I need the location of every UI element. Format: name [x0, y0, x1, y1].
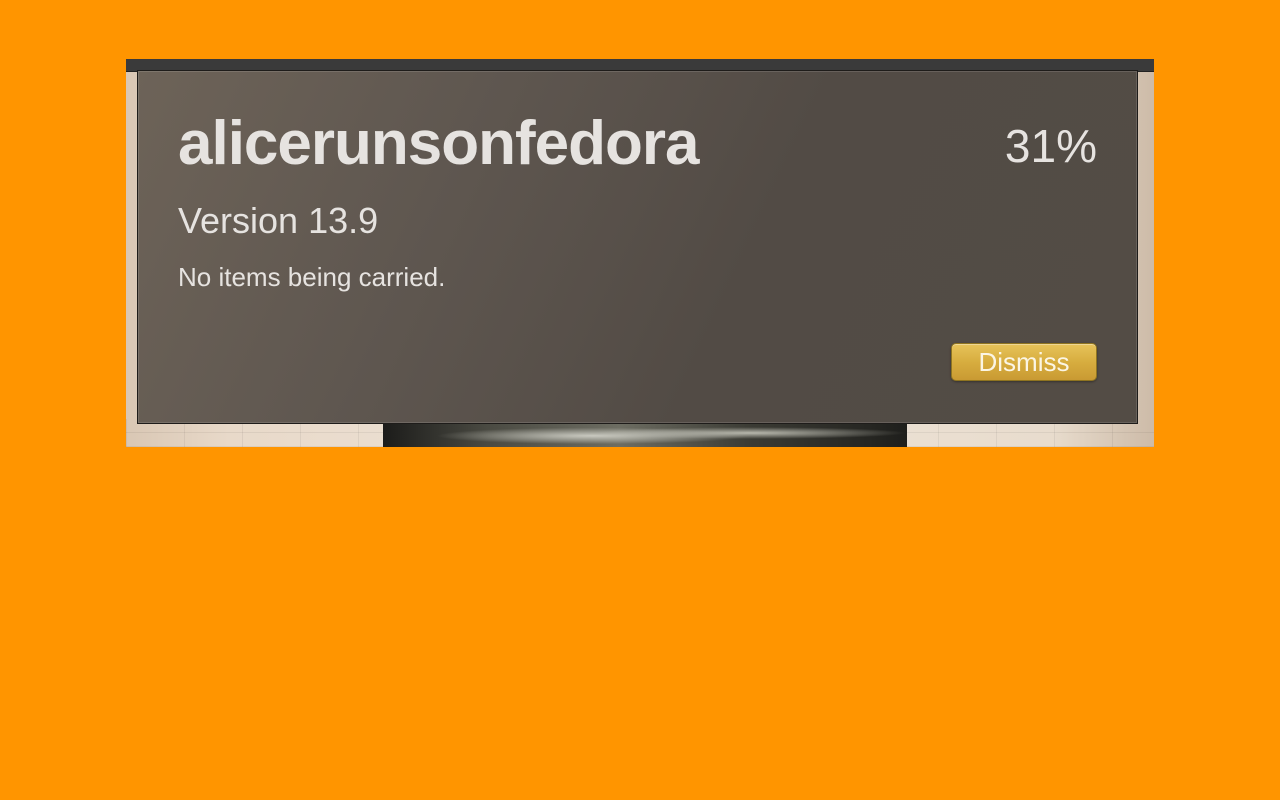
dismiss-button[interactable]: Dismiss	[951, 343, 1097, 381]
progress-percent: 31%	[1004, 120, 1097, 172]
inventory-status: No items being carried.	[178, 262, 446, 292]
game-window: alicerunsonfedora 31% Version 13.9 No it…	[126, 59, 1154, 447]
version-label: Version 13.9	[178, 200, 379, 241]
player-name-title: alicerunsonfedora	[178, 109, 699, 178]
about-overlay-panel: alicerunsonfedora 31% Version 13.9 No it…	[137, 70, 1138, 424]
